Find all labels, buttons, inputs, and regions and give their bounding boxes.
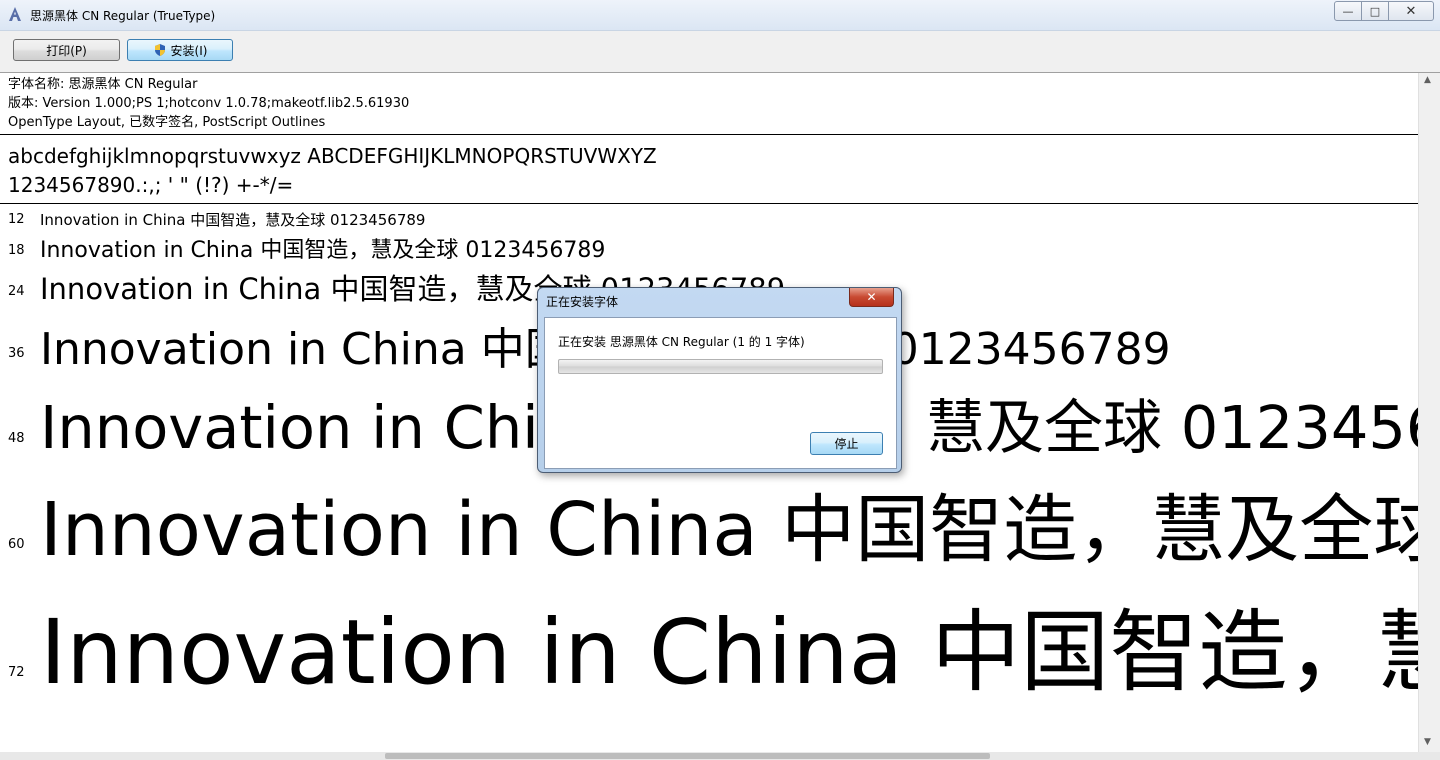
dialog-close-button[interactable]: ✕ [849,288,894,307]
uac-shield-icon [154,44,165,56]
close-button[interactable]: ✕ [1389,1,1434,21]
charset-letters: abcdefghijklmnopqrstuvwxyz ABCDEFGHIJKLM… [8,144,657,168]
title-bar: 思源黑体 CN Regular (TrueType) — □ ✕ [0,0,1440,31]
sample-text: Innovation in China 中国智造，慧及全球 0123456789 [40,238,606,263]
font-viewer-icon [9,7,21,21]
size-label: 12 [8,212,25,227]
install-progress-bar [558,359,883,374]
install-button[interactable]: 安装(I) [127,39,233,61]
divider [0,203,1418,204]
minimize-button[interactable]: — [1334,1,1362,21]
sample-text: Innovation in China 中国智造，慧及全球 0123456789 [40,487,1418,573]
maximize-button[interactable]: □ [1362,1,1389,21]
size-label: 36 [8,346,25,361]
horizontal-scrollbar[interactable] [0,752,1440,760]
size-label: 72 [8,665,25,680]
window-title: 思源黑体 CN Regular (TrueType) [30,9,216,23]
toolbar: 打印(P) 安装(I) [0,31,1440,73]
window-controls: — □ ✕ [1334,1,1434,21]
font-name-line: 字体名称: 思源黑体 CN Regular [8,77,198,92]
size-label: 60 [8,537,25,552]
size-label: 48 [8,431,25,446]
charset-digits: 1234567890.:,; ' " (!?) +-*/= [8,173,294,197]
print-button-label: 打印(P) [46,43,87,58]
scrollbar-thumb[interactable] [385,753,990,759]
sample-text: Innovation in China 中国智造，慧及全球 0123456789 [40,211,426,229]
dialog-body: 正在安装 思源黑体 CN Regular (1 的 1 字体) 停止 [544,317,897,469]
install-status-message: 正在安装 思源黑体 CN Regular (1 的 1 字体) [558,335,805,349]
vertical-scrollbar[interactable]: ▲ ▼ [1418,73,1440,753]
charset-preview: abcdefghijklmnopqrstuvwxyz ABCDEFGHIJKLM… [8,142,657,200]
stop-button-label: 停止 [834,437,859,451]
print-button[interactable]: 打印(P) [13,39,120,61]
divider [0,134,1418,135]
install-button-label: 安装(I) [170,43,208,58]
scroll-down-arrow-icon[interactable]: ▼ [1424,737,1431,747]
size-label: 18 [8,243,25,258]
font-format-line: OpenType Layout, 已数字签名, PostScript Outli… [8,115,326,130]
sample-text: Innovation in China 中国智造，慧及全球 0123456789 [40,600,1418,704]
installing-font-dialog: 正在安装字体 ✕ 正在安装 思源黑体 CN Regular (1 的 1 字体)… [537,287,902,473]
font-version-line: 版本: Version 1.000;PS 1;hotconv 1.0.78;ma… [8,96,410,111]
font-info: 字体名称: 思源黑体 CN Regular 版本: Version 1.000;… [8,75,409,132]
dialog-title: 正在安装字体 [546,295,619,309]
scroll-up-arrow-icon[interactable]: ▲ [1424,75,1431,85]
stop-button[interactable]: 停止 [810,432,883,455]
size-label: 24 [8,284,25,299]
